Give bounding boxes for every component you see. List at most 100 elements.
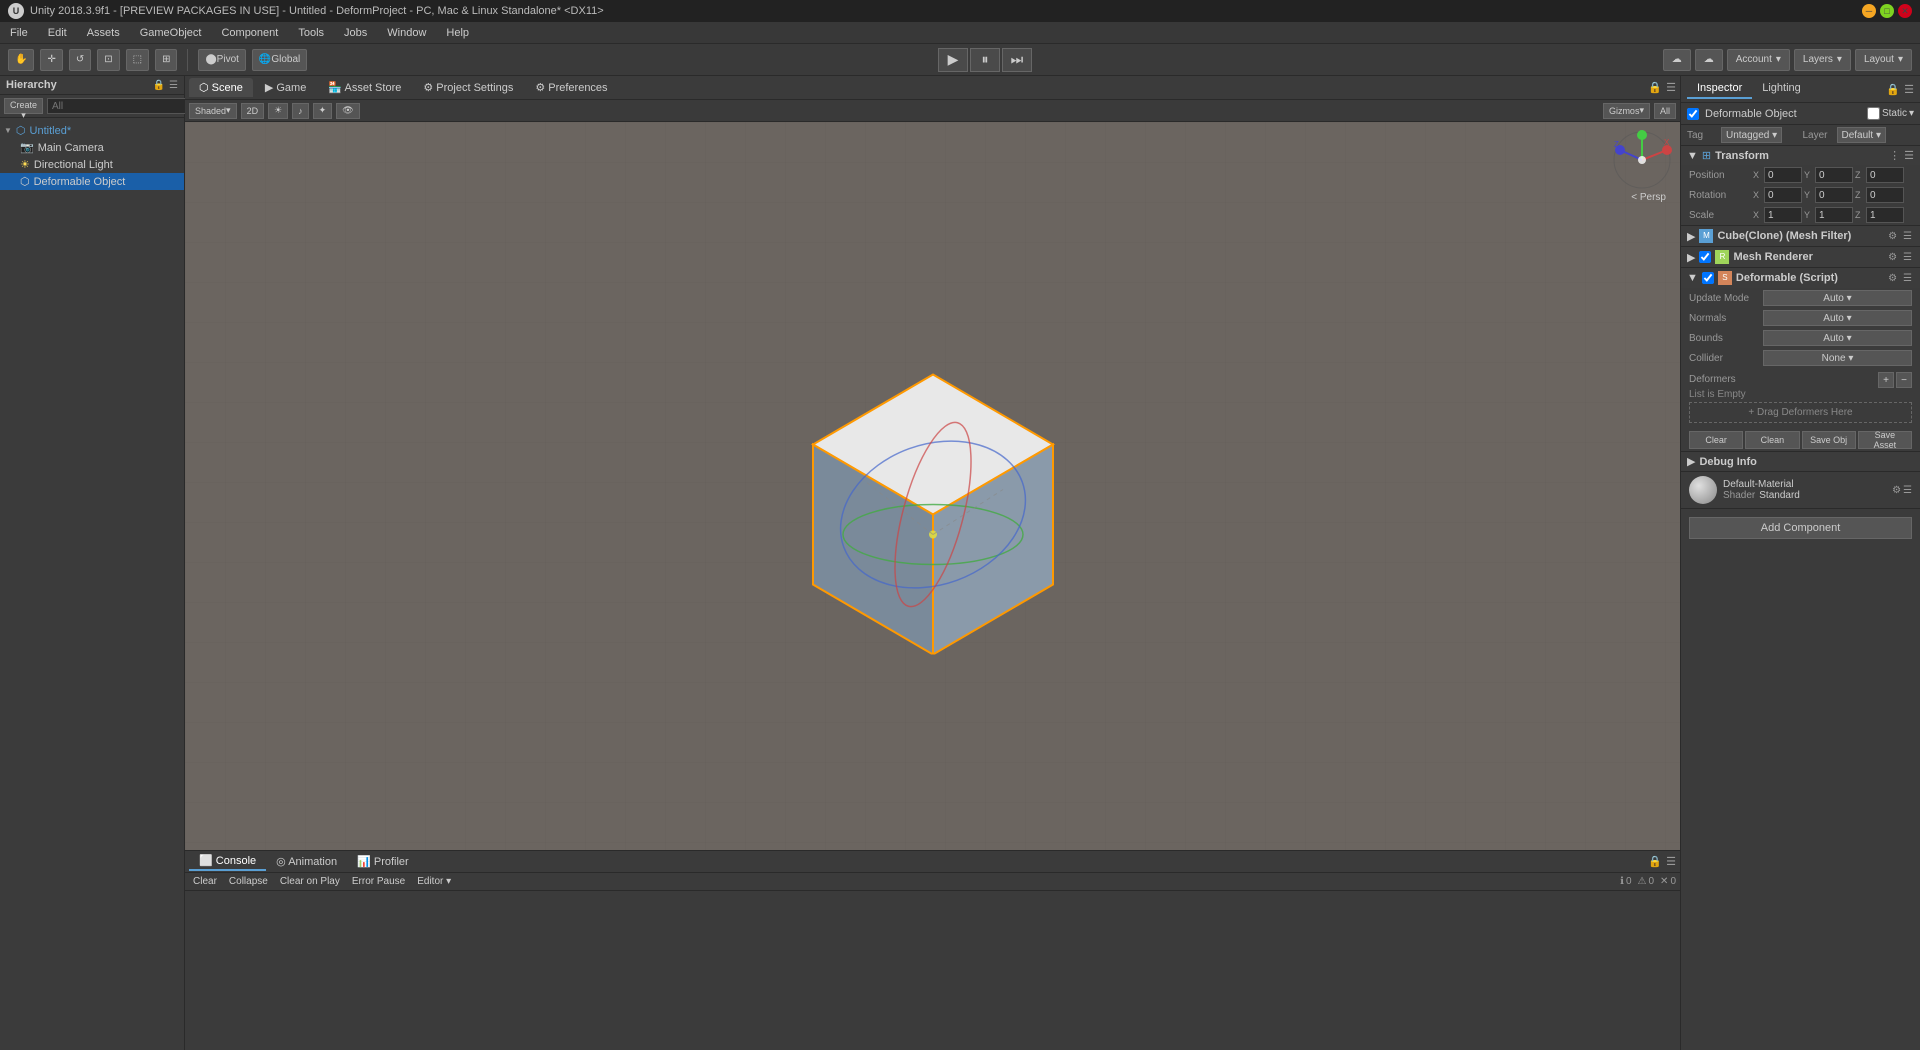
- tab-console[interactable]: ⬜ Console: [189, 852, 266, 871]
- collider-dropdown[interactable]: None ▾: [1763, 350, 1912, 366]
- close-button[interactable]: ✕: [1898, 4, 1912, 18]
- tab-scene[interactable]: ⬡ Scene: [189, 78, 253, 97]
- scale-y-input[interactable]: [1815, 207, 1853, 223]
- deformers-add-btn[interactable]: +: [1878, 372, 1894, 388]
- persp-label[interactable]: < Persp: [1631, 192, 1666, 203]
- static-checkbox[interactable]: [1867, 107, 1880, 120]
- cloud-button[interactable]: ☁: [1695, 49, 1723, 71]
- move-tool[interactable]: ✛: [40, 49, 62, 71]
- scale-x-input[interactable]: [1764, 207, 1802, 223]
- update-mode-dropdown[interactable]: Auto ▾: [1763, 290, 1912, 306]
- tab-preferences[interactable]: ⚙ Preferences: [525, 78, 617, 97]
- menu-help[interactable]: Help: [442, 25, 473, 41]
- position-y-input[interactable]: [1815, 167, 1853, 183]
- menu-window[interactable]: Window: [383, 25, 430, 41]
- add-component-button[interactable]: Add Component: [1689, 517, 1912, 539]
- clear-console-btn[interactable]: Clear: [189, 875, 221, 888]
- layers-button[interactable]: Layers ▾: [1794, 49, 1851, 71]
- audio-button[interactable]: ♪: [292, 103, 309, 119]
- lock-icon-inspector[interactable]: 🔒: [1886, 83, 1900, 96]
- error-pause-btn[interactable]: Error Pause: [348, 875, 409, 888]
- menu-component[interactable]: Component: [217, 25, 282, 41]
- mesh-renderer-header[interactable]: ▶ R Mesh Renderer ⚙ ☰: [1681, 247, 1920, 267]
- position-z-input[interactable]: [1866, 167, 1904, 183]
- material-settings[interactable]: ⚙: [1892, 485, 1901, 496]
- material-menu[interactable]: ☰: [1903, 485, 1912, 496]
- layer-dropdown[interactable]: Default ▾: [1837, 127, 1887, 143]
- minimize-button[interactable]: ─: [1862, 4, 1876, 18]
- menu-edit[interactable]: Edit: [44, 25, 71, 41]
- save-obj-btn[interactable]: Save Obj: [1802, 431, 1856, 449]
- object-enabled-checkbox[interactable]: [1687, 108, 1699, 120]
- transform-header[interactable]: ▼ ⊞ Transform ⋮ ☰: [1681, 146, 1920, 165]
- hierarchy-create-btn[interactable]: Create ▾: [4, 98, 43, 114]
- mesh-renderer-enabled[interactable]: [1699, 251, 1711, 263]
- clear-btn[interactable]: Clear: [1689, 431, 1743, 449]
- hierarchy-item[interactable]: ☀ Directional Light: [0, 156, 184, 173]
- viewport-gizmo[interactable]: X Y Z: [1612, 130, 1672, 190]
- menu-icon-mf[interactable]: ☰: [1901, 231, 1914, 242]
- pause-button[interactable]: ⏸: [970, 48, 1000, 72]
- deformers-remove-btn[interactable]: −: [1896, 372, 1912, 388]
- menu-jobs[interactable]: Jobs: [340, 25, 371, 41]
- normals-dropdown[interactable]: Auto ▾: [1763, 310, 1912, 326]
- rotate-tool[interactable]: ↺: [69, 49, 91, 71]
- bounds-dropdown[interactable]: Auto ▾: [1763, 330, 1912, 346]
- deformable-enabled[interactable]: [1702, 272, 1714, 284]
- collab-button[interactable]: ☁: [1663, 49, 1691, 71]
- tab-animation[interactable]: ◎ Animation: [266, 853, 347, 870]
- collapse-btn[interactable]: Collapse: [225, 875, 272, 888]
- fx-button[interactable]: ✦: [313, 103, 333, 119]
- menu-tools[interactable]: Tools: [294, 25, 328, 41]
- save-asset-btn[interactable]: Save Asset: [1858, 431, 1912, 449]
- layout-button[interactable]: Layout ▾: [1855, 49, 1912, 71]
- settings-icon-mr[interactable]: ⚙: [1886, 252, 1899, 263]
- hierarchy-item[interactable]: 📷 Main Camera: [0, 139, 184, 156]
- clean-btn[interactable]: Clean: [1745, 431, 1799, 449]
- 2d-button[interactable]: 2D: [241, 103, 265, 119]
- scene-vis-button[interactable]: 👁: [336, 103, 359, 119]
- menu-icon-mr[interactable]: ☰: [1901, 252, 1914, 263]
- clear-on-play-btn[interactable]: Clear on Play: [276, 875, 344, 888]
- lighting-button[interactable]: ☀: [268, 103, 288, 119]
- hierarchy-search[interactable]: [47, 98, 189, 114]
- pivot-button[interactable]: ⬤ Pivot: [198, 49, 245, 71]
- account-button[interactable]: Account ▾: [1727, 49, 1790, 71]
- maximize-button[interactable]: □: [1880, 4, 1894, 18]
- transform-tool[interactable]: ⊞: [155, 49, 177, 71]
- menu-icon-inspector[interactable]: ☰: [1904, 83, 1914, 96]
- menu-assets[interactable]: Assets: [83, 25, 124, 41]
- tab-inspector[interactable]: Inspector: [1687, 79, 1752, 99]
- hierarchy-item-selected[interactable]: ⬡ Deformable Object: [0, 173, 184, 190]
- viewport[interactable]: X Y Z < Persp: [185, 122, 1680, 850]
- drag-zone[interactable]: + Drag Deformers Here: [1689, 402, 1912, 423]
- hierarchy-lock[interactable]: 🔒: [153, 80, 165, 91]
- tab-project-settings[interactable]: ⚙ Project Settings: [413, 78, 523, 97]
- menu-file[interactable]: File: [6, 25, 32, 41]
- tab-asset-store[interactable]: 🏪 Asset Store: [318, 78, 411, 97]
- deformable-header[interactable]: ▼ S Deformable (Script) ⚙ ☰: [1681, 268, 1920, 288]
- rotation-x-input[interactable]: [1764, 187, 1802, 203]
- tag-dropdown[interactable]: Untagged ▾: [1721, 127, 1782, 143]
- rotation-y-input[interactable]: [1815, 187, 1853, 203]
- tab-lighting[interactable]: Lighting: [1752, 79, 1811, 99]
- mesh-filter-header[interactable]: ▶ M Cube(Clone) (Mesh Filter) ⚙ ☰: [1681, 226, 1920, 246]
- transform-options[interactable]: ⋮: [1889, 149, 1900, 162]
- hierarchy-menu[interactable]: ☰: [169, 80, 178, 91]
- hand-tool[interactable]: ✋: [8, 49, 34, 71]
- scale-z-input[interactable]: [1866, 207, 1904, 223]
- settings-icon-ds[interactable]: ⚙: [1886, 273, 1899, 284]
- transform-menu[interactable]: ☰: [1904, 149, 1914, 162]
- rotation-z-input[interactable]: [1866, 187, 1904, 203]
- rect-tool[interactable]: ⬚: [126, 49, 149, 71]
- menu-icon-ds[interactable]: ☰: [1901, 273, 1914, 284]
- tab-game[interactable]: ▶ Game: [255, 78, 316, 97]
- scale-tool[interactable]: ⊡: [97, 49, 119, 71]
- settings-icon-mf[interactable]: ⚙: [1886, 231, 1899, 242]
- static-dropdown-icon[interactable]: ▾: [1909, 108, 1914, 119]
- hierarchy-item[interactable]: ▼ ⬡ Untitled*: [0, 122, 184, 139]
- gizmos-button[interactable]: Gizmos ▾: [1603, 103, 1650, 119]
- global-button[interactable]: 🌐 Global: [252, 49, 307, 71]
- tab-profiler[interactable]: 📊 Profiler: [347, 853, 419, 870]
- editor-btn[interactable]: Editor ▾: [413, 875, 455, 888]
